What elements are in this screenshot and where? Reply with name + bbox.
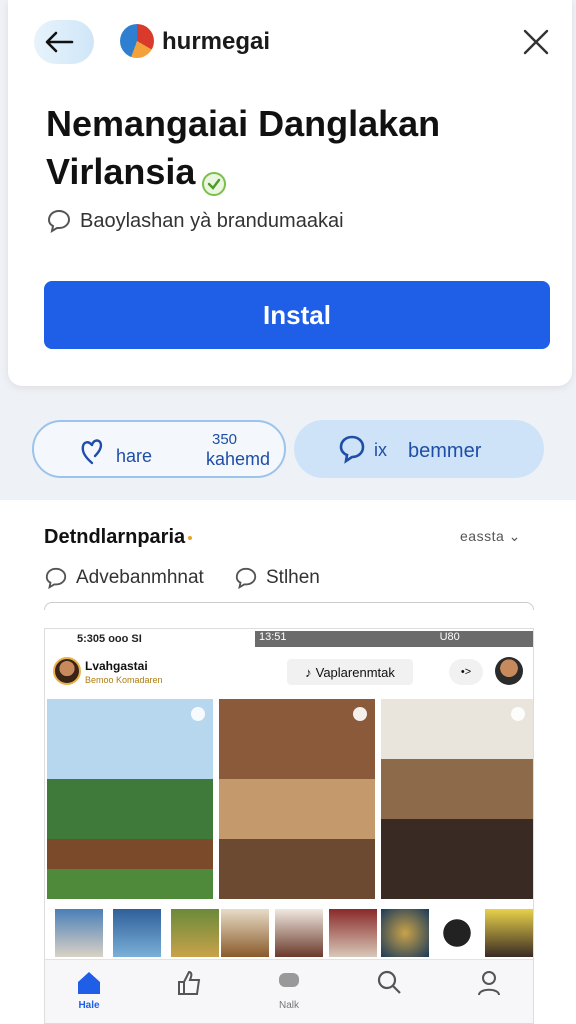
filter-chip-1[interactable]: Advebanmhnat (44, 566, 204, 590)
app-title-line2: Virlansia (46, 151, 196, 192)
comment-icon (45, 567, 67, 590)
status-time: 13:51 (259, 631, 287, 643)
like-label-2: kahemd (206, 449, 271, 469)
nav-chat-label: Nalk (278, 1000, 299, 1011)
status-bar: 5:305 ooo SI 13:51 U80 (45, 629, 533, 649)
thumbs-up-icon (178, 970, 201, 995)
thumbnail[interactable] (381, 909, 429, 957)
comment-x-label: ix (374, 440, 387, 460)
status-right: 13:51 U80 (255, 631, 533, 647)
select-dot (353, 707, 367, 721)
filter-label-2: Stlhen (266, 567, 320, 588)
like-pill-button[interactable]: hare 350 kahemd (32, 420, 286, 478)
comment-icon (47, 209, 71, 234)
app-title: Nemangaiai Danglakan Virlansia (46, 100, 546, 197)
thumbnail[interactable] (329, 909, 377, 957)
gallery-photo-2[interactable] (219, 699, 375, 899)
avatar (53, 657, 81, 685)
like-label: hare (116, 446, 153, 466)
verified-check-icon (201, 161, 227, 197)
nav-profile[interactable] (459, 968, 519, 1020)
install-button[interactable]: Instal (44, 281, 550, 349)
like-count: 350 (212, 431, 238, 448)
app-name: hurmegai (162, 28, 271, 55)
status-left: 5:305 ooo SI (77, 633, 142, 645)
bottom-nav: Hale Nalk (45, 959, 533, 1023)
comment-pill-button[interactable]: ix bemmer (294, 420, 544, 478)
chat-bubble-icon (279, 973, 299, 987)
close-button[interactable] (520, 26, 552, 58)
thumbnail[interactable] (433, 909, 481, 957)
thumbnail[interactable] (485, 909, 533, 957)
music-note-icon: ♪ (305, 664, 312, 680)
thumbnail[interactable] (221, 909, 269, 957)
profile-icon (478, 971, 500, 996)
chat-icon (339, 435, 365, 464)
select-dot (191, 707, 205, 721)
nav-search[interactable] (359, 968, 419, 1020)
chevron-down-icon: ⌄ (508, 528, 521, 544)
app-logo (120, 24, 154, 58)
status-battery: U80 (439, 631, 460, 643)
arrow-left-icon (45, 31, 74, 53)
select-dot (511, 707, 525, 721)
chip-label: Vaplarenmtak (315, 664, 395, 680)
nav-like[interactable] (159, 968, 219, 1020)
back-button[interactable] (34, 20, 94, 64)
nav-chat[interactable]: Nalk (259, 968, 319, 1020)
profile-subtitle: Bemoo Komadaren (85, 675, 163, 685)
gallery-photo-1[interactable] (47, 699, 213, 899)
filter-label-1: Advebanmhnat (76, 567, 204, 588)
search-icon (377, 970, 401, 994)
subtitle-text: Baoylashan yà brandumaakai (80, 209, 344, 232)
nav-home-label: Hale (78, 1000, 100, 1011)
avatar (495, 657, 523, 685)
close-icon (523, 29, 549, 55)
app-screenshot[interactable]: 5:305 ooo SI 13:51 U80 Lvahgastai Bemoo … (44, 628, 534, 1024)
thumbnail[interactable] (113, 909, 161, 957)
profile-name: Lvahgastai (85, 659, 148, 673)
gallery-photo-3[interactable] (381, 699, 533, 899)
filter-chip-2[interactable]: Stlhen (234, 566, 320, 590)
thumbnail[interactable] (171, 909, 219, 957)
thumbnail[interactable] (275, 909, 323, 957)
section-divider (44, 602, 534, 610)
sort-label: eassta (460, 528, 505, 544)
details-section: Detndlarnparia eassta ⌄ Advebanmhnat Stl… (0, 500, 576, 1024)
thumbnail-strip (45, 905, 533, 957)
sort-dropdown[interactable]: eassta ⌄ (460, 528, 521, 545)
app-title-line1: Nemangaiai Danglakan (46, 103, 441, 144)
heart-icon (81, 439, 103, 465)
comment-icon (235, 567, 257, 590)
section-dot (188, 536, 192, 540)
nav-home[interactable]: Hale (59, 968, 119, 1020)
home-icon (78, 972, 100, 994)
section-title: Detndlarnparia (44, 526, 186, 548)
app-subtitle: Baoylashan yà brandumaakai (46, 208, 344, 234)
app-header-card: hurmegai Nemangaiai Danglakan Virlansia … (8, 0, 572, 386)
follow-chip[interactable]: ♪ Vaplarenmtak (287, 659, 413, 685)
thumbnail[interactable] (55, 909, 103, 957)
more-button[interactable]: •> (449, 659, 483, 685)
comment-label: bemmer (408, 440, 482, 462)
